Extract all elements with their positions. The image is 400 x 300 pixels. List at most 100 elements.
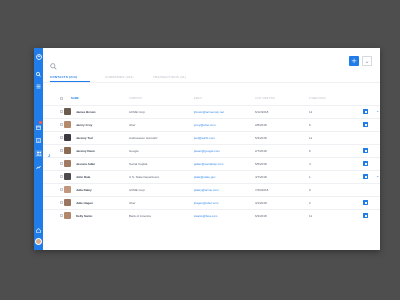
chevron-down-icon[interactable]: ⌄: [376, 108, 379, 113]
contact-avatar: [64, 199, 71, 206]
chevron-down-icon[interactable]: ⌄: [376, 173, 379, 178]
contact-email[interactable]: jcroy@uber.com: [194, 123, 216, 127]
contact-name: Jeremy Tod: [76, 136, 93, 140]
column-header-name[interactable]: Name: [71, 97, 79, 100]
contact-meetings: 6: [309, 149, 311, 153]
contact-company: Google: [129, 149, 139, 153]
message-button[interactable]: [363, 109, 368, 114]
message-button[interactable]: [363, 161, 368, 166]
logo-icon[interactable]: [35, 53, 42, 60]
contact-avatar: [64, 147, 71, 154]
contact-meetings: 1: [309, 175, 311, 179]
add-contact-button[interactable]: +: [349, 56, 359, 66]
column-header-meetings[interactable]: # Meetings: [309, 97, 326, 100]
sidebar: [34, 48, 43, 250]
contact-email[interactable]: jdean@google.com: [194, 149, 220, 153]
select-all-checkbox[interactable]: [60, 97, 63, 100]
contact-name: Jessica Adler: [76, 162, 96, 166]
contact-company: ACME Corp: [129, 110, 146, 114]
menu-icon[interactable]: [35, 83, 42, 90]
row-checkbox[interactable]: [60, 175, 63, 178]
contact-meetings: 12: [309, 110, 313, 114]
tab-companies[interactable]: Companies (431): [105, 73, 134, 81]
contact-avatar: [64, 212, 71, 219]
column-header-company[interactable]: Company: [129, 97, 143, 100]
message-button[interactable]: [363, 200, 368, 205]
avatar[interactable]: [35, 238, 42, 245]
search-nav-icon[interactable]: [35, 71, 42, 78]
contact-name: Jenny Croy: [76, 123, 93, 127]
contact-name: Jeremy Dean: [76, 149, 95, 153]
contact-last-meeting: 2/7/2018: [255, 149, 267, 153]
tab-transactions[interactable]: Transactions (41): [153, 73, 186, 81]
contact-email[interactable]: jadler@socialcap.com: [194, 162, 223, 166]
add-icon: +: [351, 57, 357, 65]
message-button[interactable]: [363, 148, 368, 153]
calendar-icon[interactable]: [35, 124, 42, 131]
contact-last-meeting: 6/3/2018: [255, 214, 267, 218]
contacts-icon[interactable]: [35, 150, 42, 157]
table-row[interactable]: Julie Hagen Uber jhagen@uber.com 3/1/2018 2: [43, 196, 380, 209]
row-checkbox[interactable]: [60, 214, 63, 217]
chart-icon[interactable]: [35, 164, 42, 171]
list-icon[interactable]: [35, 137, 42, 144]
more-button[interactable]: ⌄: [362, 56, 372, 66]
contact-last-meeting: 2/8/2018: [255, 123, 267, 127]
contact-email[interactable]: jbrown@acmecorp.net: [194, 110, 224, 114]
message-button[interactable]: [363, 122, 368, 127]
row-checkbox[interactable]: [60, 149, 63, 152]
row-checkbox[interactable]: [60, 201, 63, 204]
search-icon[interactable]: [50, 57, 57, 70]
contact-company: Social Capital: [129, 162, 148, 166]
contact-email[interactable]: jtod@a16z.com: [194, 136, 215, 140]
row-checkbox[interactable]: [60, 188, 63, 191]
app-window: + ⌄ Contacts (213) Companies (431) Trans…: [34, 48, 380, 250]
table-row[interactable]: Julia Daley ACME Corp jdaley@acme.com 7/29/…: [43, 183, 380, 196]
alpha-index-current[interactable]: J: [48, 153, 50, 158]
contact-last-meeting: 5/4/2018: [255, 136, 267, 140]
contact-meetings: 9: [309, 188, 311, 192]
contact-name: Julie Hagen: [76, 201, 93, 205]
contact-company: U.S. State Department: [129, 175, 160, 179]
contact-last-meeting: 6/12/2018: [255, 110, 269, 114]
contact-email[interactable]: jdale@state.gov: [194, 175, 216, 179]
contact-avatar: [64, 186, 71, 193]
row-checkbox[interactable]: [60, 123, 63, 126]
home-icon[interactable]: [35, 227, 42, 234]
contact-email[interactable]: jhagen@uber.com: [194, 201, 218, 205]
message-button[interactable]: [363, 174, 368, 179]
contact-avatar: [64, 121, 71, 128]
contact-name: Julia Daley: [76, 188, 92, 192]
contact-name: John Dale: [76, 175, 91, 179]
table-row[interactable]: James Brown ACME Corp jbrown@acmecorp.net 6…: [43, 105, 380, 118]
contact-company: Uber: [129, 123, 136, 127]
message-button[interactable]: [363, 213, 368, 218]
row-checkbox[interactable]: [60, 136, 63, 139]
contact-email[interactable]: ksanto@boa.com: [194, 214, 217, 218]
contact-company: Uber: [129, 201, 136, 205]
contact-company: ACME Corp: [129, 188, 146, 192]
table-row[interactable]: Kelly Santo Bank of America ksanto@boa.com…: [43, 209, 380, 222]
row-checkbox[interactable]: [60, 110, 63, 113]
table-row[interactable]: Jessica Adler Social Capital jadler@social…: [43, 157, 380, 170]
contact-meetings: 11: [309, 214, 313, 218]
table-row[interactable]: Jenny Croy Uber jcroy@uber.com 2/8/2018 6: [43, 118, 380, 131]
contact-meetings: 6: [309, 123, 311, 127]
contact-meetings: 2: [309, 201, 311, 205]
tab-contacts[interactable]: Contacts (213): [50, 73, 77, 81]
column-header-email[interactable]: Email: [194, 97, 202, 100]
contact-last-meeting: 3/1/2018: [255, 201, 267, 205]
table-row[interactable]: John Dale U.S. State Department jdale@stat…: [43, 170, 380, 183]
contact-last-meeting: 4/7/2018: [255, 175, 267, 179]
contact-last-meeting: 7/29/2018: [255, 188, 269, 192]
contact-last-meeting: 5/5/2018: [255, 162, 267, 166]
divider: [43, 82, 380, 83]
table-row[interactable]: Jeremy Tod Andreessen Horowitz jtod@a16z.c…: [43, 131, 380, 144]
row-checkbox[interactable]: [60, 162, 63, 165]
contact-company: Andreessen Horowitz: [129, 136, 158, 140]
table-row[interactable]: Jeremy Dean Google jdean@google.com 2/7/201…: [43, 144, 380, 157]
column-header-last-meeting[interactable]: Last Meeting: [255, 97, 275, 100]
contact-avatar: [64, 108, 71, 115]
contact-email[interactable]: jdaley@acme.com: [194, 188, 219, 192]
contact-company: Bank of America: [129, 214, 151, 218]
